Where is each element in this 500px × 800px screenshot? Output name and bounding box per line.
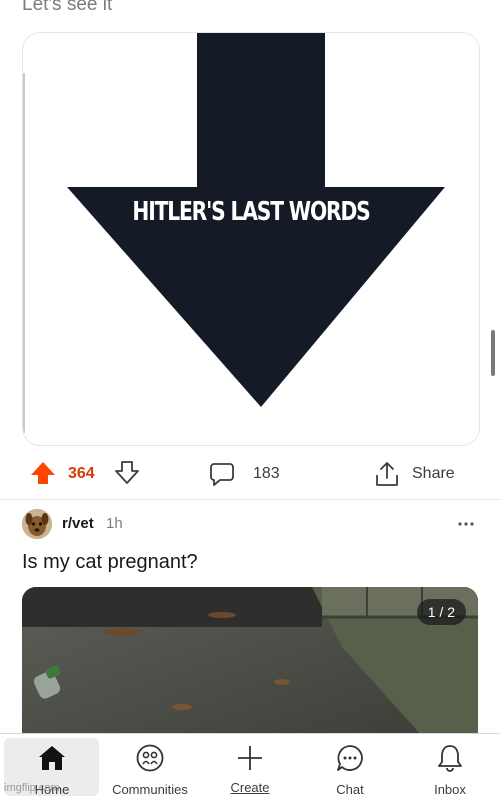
dog-avatar-icon: [22, 509, 52, 539]
post-divider: [0, 499, 500, 500]
post-age: 1h: [106, 515, 123, 532]
meme-caption: HITLER'S LAST WORDS: [132, 197, 370, 227]
subreddit-name[interactable]: r/vet: [62, 515, 94, 532]
downvote-icon[interactable]: [114, 460, 140, 486]
bell-icon: [438, 745, 462, 772]
communities-icon: [136, 744, 164, 772]
post-action-bar: 364 183 Share: [0, 452, 500, 496]
post-title[interactable]: Is my cat pregnant?: [22, 551, 198, 574]
home-icon: [39, 746, 65, 770]
nav-communities[interactable]: Communities: [100, 734, 200, 800]
nav-create-label: Create: [230, 780, 270, 795]
nav-communities-label: Communities: [112, 782, 188, 797]
comment-icon[interactable]: [208, 460, 236, 488]
down-arrow-graphic: [67, 33, 445, 407]
comment-count: 183: [253, 465, 280, 482]
plus-icon: [238, 746, 262, 770]
subreddit-avatar[interactable]: [22, 509, 52, 539]
scrollbar-thumb[interactable]: [491, 330, 495, 376]
share-button[interactable]: Share: [374, 458, 484, 490]
bottom-navigation: Home Communities Create Chat Inbox: [0, 733, 500, 800]
nav-chat[interactable]: Chat: [300, 734, 400, 800]
street-photo: [22, 587, 478, 747]
upvote-icon[interactable]: [30, 460, 56, 486]
image-counter: 1 / 2: [416, 599, 466, 625]
vote-count: 364: [68, 465, 95, 482]
nav-create[interactable]: Create: [200, 734, 300, 800]
more-options-icon[interactable]: [456, 514, 476, 534]
nav-inbox-label: Inbox: [434, 782, 466, 797]
post-image-meme[interactable]: HITLER'S LAST WORDS: [22, 32, 480, 446]
chat-icon: [337, 745, 363, 771]
watermark: imgflip.com: [4, 782, 60, 794]
nav-chat-label: Chat: [336, 782, 364, 797]
share-icon: [376, 462, 398, 486]
share-label: Share: [412, 465, 455, 482]
post-title-previous[interactable]: Let's see it: [22, 0, 112, 16]
nav-inbox[interactable]: Inbox: [400, 734, 500, 800]
post-image-gallery[interactable]: 1 / 2: [22, 587, 478, 747]
